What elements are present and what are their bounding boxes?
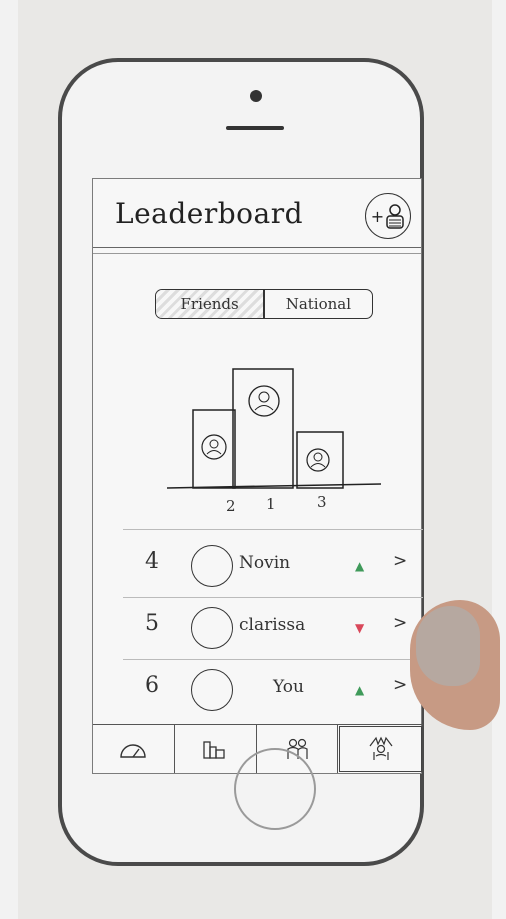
user-name: clarissa xyxy=(239,615,306,635)
podium-first xyxy=(232,368,294,489)
avatar-icon xyxy=(306,448,330,472)
camera-icon xyxy=(250,90,262,102)
avatar-icon xyxy=(191,607,233,649)
app-screen: Leaderboard + Friends National 2 1 3 4 N… xyxy=(92,178,423,774)
fingernail xyxy=(416,606,480,686)
list-item[interactable]: 6 You ▲ > xyxy=(93,659,423,721)
tab-leaderboard[interactable] xyxy=(339,726,422,772)
podium-rank-label: 2 xyxy=(226,497,236,515)
avatar-icon xyxy=(201,434,227,460)
trend-down-icon: ▼ xyxy=(355,621,365,635)
podium-rank-label: 3 xyxy=(317,493,327,511)
rank-label: 4 xyxy=(145,549,159,574)
podium-rank-label: 1 xyxy=(266,495,276,513)
list-item[interactable]: 4 Novin ▲ > xyxy=(93,535,423,597)
chevron-right-icon[interactable]: > xyxy=(393,613,407,633)
list-item[interactable]: 5 clarissa ▼ > xyxy=(93,597,423,659)
photo-edge xyxy=(492,0,506,919)
avatar-icon xyxy=(248,385,280,417)
rank-label: 5 xyxy=(145,611,159,636)
tab-dashboard[interactable] xyxy=(93,725,175,773)
home-button[interactable] xyxy=(234,748,316,830)
trend-up-icon: ▲ xyxy=(355,683,365,697)
trend-up-icon: ▲ xyxy=(355,559,365,573)
list-divider xyxy=(123,529,423,530)
podium-second xyxy=(192,409,236,489)
leaderboard-icon xyxy=(369,736,393,760)
speaker-icon xyxy=(226,126,284,130)
chevron-right-icon[interactable]: > xyxy=(393,551,407,571)
avatar-icon xyxy=(191,669,233,711)
podium: 2 1 3 xyxy=(166,368,382,515)
bar-chart-icon xyxy=(203,741,225,759)
rank-label: 6 xyxy=(145,673,159,698)
chevron-right-icon[interactable]: > xyxy=(393,675,407,695)
user-name: You xyxy=(273,677,304,697)
user-name: Novin xyxy=(239,553,291,573)
photo-edge xyxy=(0,0,18,919)
gauge-icon xyxy=(120,744,147,758)
avatar-icon xyxy=(191,545,233,587)
